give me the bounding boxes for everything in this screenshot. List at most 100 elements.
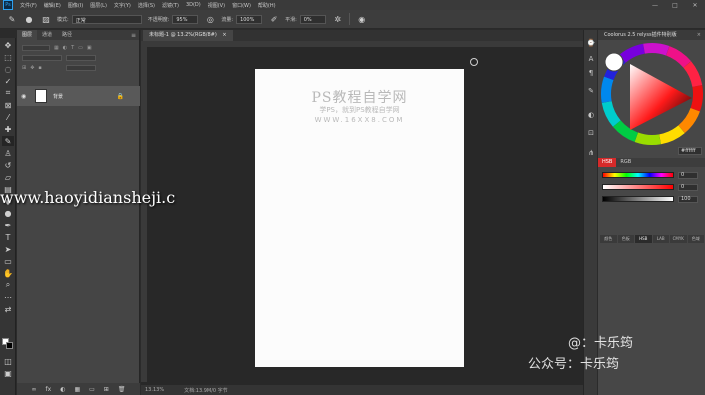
filter-adjust-icon[interactable]: ◐ xyxy=(63,45,67,51)
menu-select[interactable]: 选择(S) xyxy=(138,2,155,9)
close-button[interactable]: ✕ xyxy=(685,0,705,10)
delete-layer-icon[interactable]: 🗑 xyxy=(118,386,126,393)
airbrush-icon[interactable]: ✐ xyxy=(269,14,279,24)
layer-mask-icon[interactable]: ▦ xyxy=(74,386,80,393)
tab-layers[interactable]: 图层 xyxy=(17,30,38,40)
menu-file[interactable]: 文件(F) xyxy=(20,2,37,9)
zoom-level[interactable]: 13.13% xyxy=(145,387,164,393)
menu-image[interactable]: 图像(I) xyxy=(68,2,83,9)
marquee-tool-icon[interactable]: ⬚ xyxy=(2,52,14,62)
menu-type[interactable]: 文字(Y) xyxy=(114,2,131,9)
new-group-icon[interactable]: ▭ xyxy=(89,386,95,393)
crop-tool-icon[interactable]: ⌗ xyxy=(2,88,14,98)
tab-rgb-mode[interactable]: RGB xyxy=(616,158,635,167)
paths-icon[interactable]: ⋔ xyxy=(586,148,596,158)
panel-menu-icon[interactable]: ≡ xyxy=(131,32,136,39)
tab-lab[interactable]: LAB xyxy=(652,235,669,243)
menu-layer[interactable]: 图层(L) xyxy=(90,2,107,9)
color-wheel[interactable] xyxy=(600,42,704,146)
type-tool-icon[interactable]: T xyxy=(2,232,14,242)
zoom-tool-icon[interactable]: ⌕ xyxy=(2,280,14,290)
opacity-field[interactable]: 95% xyxy=(172,14,199,24)
tab-hsb[interactable]: HSB xyxy=(635,235,652,243)
background-color-swatch[interactable] xyxy=(6,342,13,349)
history-brush-tool-icon[interactable]: ↺ xyxy=(2,160,14,170)
hue-slider[interactable] xyxy=(602,172,674,178)
layer-lock-icon[interactable]: 🔒 xyxy=(117,93,124,100)
frame-tool-icon[interactable]: ⊠ xyxy=(2,100,14,110)
layer-fill-field[interactable] xyxy=(65,65,96,71)
document-tab[interactable]: 未标题-1 @ 13.2%(RGB/8#) × xyxy=(143,30,233,41)
new-layer-icon[interactable]: ⊞ xyxy=(104,386,109,393)
layer-style-icon[interactable]: fx xyxy=(46,386,52,393)
hex-color-field[interactable]: #ffffff xyxy=(678,147,702,155)
brightness-value-field[interactable]: 100 xyxy=(678,195,698,203)
menu-help[interactable]: 帮助(H) xyxy=(258,2,276,9)
path-select-tool-icon[interactable]: ➤ xyxy=(2,244,14,254)
flow-field[interactable]: 100% xyxy=(236,14,263,24)
eraser-tool-icon[interactable]: ▱ xyxy=(2,172,14,182)
smooth-field[interactable]: 0% xyxy=(299,14,326,24)
tab-gamut[interactable]: 色域 xyxy=(687,235,704,243)
brush-panel-icon[interactable]: ▨ xyxy=(41,14,51,24)
mode-select[interactable]: 正常 xyxy=(71,14,142,24)
tab-paths[interactable]: 路径 xyxy=(57,30,77,40)
pen-tool-icon[interactable]: ✒ xyxy=(2,220,14,230)
properties-icon[interactable]: A xyxy=(586,54,596,64)
filter-pixel-icon[interactable]: ▦ xyxy=(54,45,59,51)
tab-channels[interactable]: 通道 xyxy=(37,30,57,40)
menu-edit[interactable]: 编辑(E) xyxy=(44,2,61,9)
more-tools-icon[interactable]: ⋯ xyxy=(2,292,14,302)
lasso-tool-icon[interactable]: ◌ xyxy=(2,64,14,74)
brush-tool-icon[interactable]: ✎ xyxy=(2,136,14,146)
pressure-size-icon[interactable]: ◉ xyxy=(357,14,367,24)
minimize-button[interactable]: — xyxy=(645,0,665,10)
layer-opacity-field[interactable] xyxy=(66,55,96,61)
layer-row-background[interactable]: ◉ 背景 🔒 xyxy=(17,86,140,106)
lock-move-icon[interactable]: ✥ xyxy=(30,65,34,71)
saturation-slider[interactable] xyxy=(602,184,674,190)
healing-brush-tool-icon[interactable]: ✚ xyxy=(2,124,14,134)
link-layers-icon[interactable]: ∞ xyxy=(32,386,37,393)
brush-preset-icon[interactable]: ● xyxy=(24,14,34,24)
character-icon[interactable]: ¶ xyxy=(586,68,596,78)
blend-mode-select[interactable] xyxy=(22,55,62,61)
document-close-icon[interactable]: × xyxy=(222,32,226,38)
quick-mask-icon[interactable]: ◫ xyxy=(2,356,14,366)
tab-swatches[interactable]: 色板 xyxy=(617,235,634,243)
hue-value-field[interactable]: 0 xyxy=(678,171,698,179)
filter-shape-icon[interactable]: ▭ xyxy=(78,45,83,51)
move-tool-icon[interactable]: ✥ xyxy=(2,40,14,50)
menu-3d[interactable]: 3D(D) xyxy=(186,2,201,8)
brush-settings-icon[interactable]: ✎ xyxy=(586,86,596,96)
dodge-tool-icon[interactable]: ● xyxy=(2,208,14,218)
shape-tool-icon[interactable]: ▭ xyxy=(2,256,14,266)
brush-tool-icon[interactable]: ✎ xyxy=(7,14,17,24)
styles-icon[interactable]: ⊡ xyxy=(586,128,596,138)
adjustment-layer-icon[interactable]: ◐ xyxy=(60,386,65,393)
history-icon[interactable]: ⌚ xyxy=(586,38,596,48)
quick-select-tool-icon[interactable]: ✓ xyxy=(2,76,14,86)
saturation-value-field[interactable]: 0 xyxy=(678,183,698,191)
filter-type-icon[interactable]: T xyxy=(71,45,74,51)
menu-window[interactable]: 窗口(W) xyxy=(232,2,251,9)
adjustments-icon[interactable]: ◐ xyxy=(586,110,596,120)
smooth-settings-gear-icon[interactable]: ✲ xyxy=(333,14,343,24)
lock-pixels-icon[interactable]: ⊞ xyxy=(22,65,26,71)
stamp-tool-icon[interactable]: ♙ xyxy=(2,148,14,158)
maximize-button[interactable]: □ xyxy=(665,0,685,10)
swap-colors-icon[interactable]: ⇄ xyxy=(2,304,14,314)
screen-mode-icon[interactable]: ▣ xyxy=(2,368,14,378)
hand-tool-icon[interactable]: ✋ xyxy=(2,268,14,278)
layer-kind-filter[interactable] xyxy=(22,45,50,51)
menu-view[interactable]: 视图(V) xyxy=(208,2,225,9)
lock-all-icon[interactable]: ▪ xyxy=(38,65,41,71)
menu-filter[interactable]: 滤镜(T) xyxy=(162,2,179,9)
canvas[interactable]: PS教程自学网 学PS，就到PS教程自学网 WWW.16XX8.COM xyxy=(255,69,464,367)
brightness-slider[interactable] xyxy=(602,196,674,202)
visibility-eye-icon[interactable]: ◉ xyxy=(21,93,31,100)
coolorus-close-icon[interactable]: × xyxy=(697,30,701,40)
eyedropper-tool-icon[interactable]: ⁄ xyxy=(2,112,14,122)
pressure-opacity-icon[interactable]: ◎ xyxy=(205,14,215,24)
tab-cmyk[interactable]: CMYK xyxy=(670,235,687,243)
